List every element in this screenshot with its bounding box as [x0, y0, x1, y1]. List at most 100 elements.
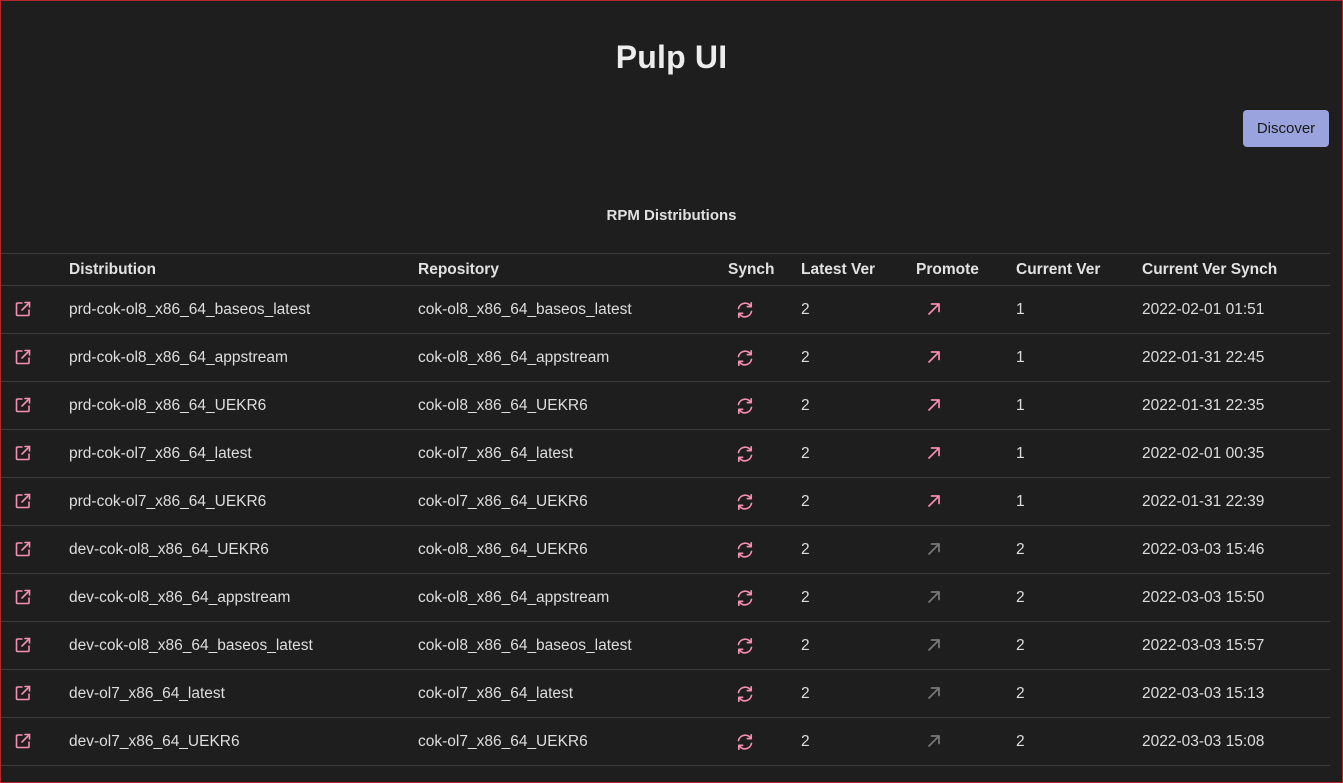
open-link-cell — [1, 478, 69, 526]
current-ver-synch: 2022-01-31 22:45 — [1142, 348, 1265, 366]
sync-icon[interactable] — [735, 300, 755, 320]
table-row: dev-cok-ol8_x86_64_appstream cok-ol8_x86… — [1, 574, 1330, 622]
header-current-ver-synch: Current Ver Synch — [1142, 260, 1278, 278]
arrow-up-right-icon[interactable] — [926, 589, 942, 605]
distribution-name: dev-ol7_x86_64_latest — [69, 684, 225, 702]
table-header-row: Distribution Repository Synch Latest Ver… — [1, 253, 1330, 286]
open-link-cell — [1, 334, 69, 382]
latest-ver: 2 — [801, 444, 810, 462]
distribution-name: prd-cok-ol7_x86_64_latest — [69, 444, 252, 462]
synch-cell — [726, 334, 801, 382]
open-link-cell — [1, 718, 69, 766]
repository-name: cok-ol8_x86_64_appstream — [418, 348, 610, 366]
external-link-icon[interactable] — [14, 732, 32, 750]
header-promote: Promote — [916, 260, 979, 278]
table-row: prd-cok-ol8_x86_64_appstream cok-ol8_x86… — [1, 334, 1330, 382]
sync-icon[interactable] — [735, 636, 755, 656]
external-link-icon[interactable] — [14, 588, 32, 606]
external-link-icon[interactable] — [14, 492, 32, 510]
arrow-up-right-icon[interactable] — [926, 637, 942, 653]
arrow-up-right-icon[interactable] — [926, 493, 942, 509]
sync-icon[interactable] — [735, 588, 755, 608]
distribution-name: prd-cok-ol7_x86_64_UEKR6 — [69, 492, 267, 510]
repository-name: cok-ol7_x86_64_UEKR6 — [418, 492, 588, 510]
current-ver: 2 — [1016, 540, 1025, 558]
header-synch: Synch — [728, 260, 775, 278]
current-ver-synch: 2022-03-03 15:50 — [1142, 588, 1265, 606]
current-ver: 1 — [1016, 492, 1025, 510]
distributions-table: Distribution Repository Synch Latest Ver… — [1, 253, 1330, 766]
arrow-up-right-icon[interactable] — [926, 301, 942, 317]
arrow-up-right-icon[interactable] — [926, 541, 942, 557]
page-title: Pulp UI — [615, 39, 728, 75]
arrow-up-right-icon[interactable] — [926, 733, 942, 749]
current-ver-synch: 2022-03-03 15:13 — [1142, 684, 1265, 702]
synch-cell — [726, 478, 801, 526]
distribution-name: dev-ol7_x86_64_UEKR6 — [69, 732, 240, 750]
sync-icon[interactable] — [735, 396, 755, 416]
synch-cell — [726, 286, 801, 334]
sync-icon[interactable] — [735, 444, 755, 464]
promote-cell — [916, 430, 1016, 478]
repository-name: cok-ol8_x86_64_baseos_latest — [418, 300, 632, 318]
sync-icon[interactable] — [735, 540, 755, 560]
current-ver-synch: 2022-02-01 01:51 — [1142, 300, 1265, 318]
repository-name: cok-ol7_x86_64_UEKR6 — [418, 732, 588, 750]
sync-icon[interactable] — [735, 684, 755, 704]
current-ver-synch: 2022-03-03 15:46 — [1142, 540, 1265, 558]
synch-cell — [726, 670, 801, 718]
current-ver: 2 — [1016, 732, 1025, 750]
open-link-cell — [1, 430, 69, 478]
latest-ver: 2 — [801, 732, 810, 750]
promote-cell — [916, 286, 1016, 334]
arrow-up-right-icon[interactable] — [926, 685, 942, 701]
latest-ver: 2 — [801, 492, 810, 510]
open-link-cell — [1, 622, 69, 670]
latest-ver: 2 — [801, 396, 810, 414]
table-row: prd-cok-ol8_x86_64_UEKR6 cok-ol8_x86_64_… — [1, 382, 1330, 430]
header-current-ver: Current Ver — [1016, 260, 1101, 278]
synch-cell — [726, 574, 801, 622]
latest-ver: 2 — [801, 300, 810, 318]
table-row: prd-cok-ol7_x86_64_UEKR6 cok-ol7_x86_64_… — [1, 478, 1330, 526]
arrow-up-right-icon[interactable] — [926, 349, 942, 365]
arrow-up-right-icon[interactable] — [926, 445, 942, 461]
promote-cell — [916, 526, 1016, 574]
external-link-icon[interactable] — [14, 540, 32, 558]
repository-name: cok-ol8_x86_64_appstream — [418, 588, 610, 606]
external-link-icon[interactable] — [14, 636, 32, 654]
current-ver: 1 — [1016, 396, 1025, 414]
synch-cell — [726, 622, 801, 670]
table-row: dev-cok-ol8_x86_64_baseos_latest cok-ol8… — [1, 622, 1330, 670]
sync-icon[interactable] — [735, 492, 755, 512]
current-ver-synch: 2022-02-01 00:35 — [1142, 444, 1265, 462]
current-ver: 1 — [1016, 444, 1025, 462]
current-ver: 2 — [1016, 588, 1025, 606]
promote-cell — [916, 574, 1016, 622]
external-link-icon[interactable] — [14, 396, 32, 414]
arrow-up-right-icon[interactable] — [926, 397, 942, 413]
current-ver-synch: 2022-03-03 15:08 — [1142, 732, 1265, 750]
latest-ver: 2 — [801, 540, 810, 558]
table-caption: RPM Distributions — [606, 207, 737, 224]
latest-ver: 2 — [801, 348, 810, 366]
external-link-icon[interactable] — [14, 444, 32, 462]
repository-name: cok-ol7_x86_64_latest — [418, 684, 574, 702]
repository-name: cok-ol8_x86_64_baseos_latest — [418, 636, 632, 654]
header-distribution: Distribution — [69, 260, 156, 278]
current-ver: 1 — [1016, 348, 1025, 366]
sync-icon[interactable] — [735, 348, 755, 368]
distribution-name: dev-cok-ol8_x86_64_UEKR6 — [69, 540, 269, 558]
external-link-icon[interactable] — [14, 300, 32, 318]
external-link-icon[interactable] — [14, 348, 32, 366]
discover-button[interactable]: Discover — [1243, 110, 1329, 147]
open-link-cell — [1, 574, 69, 622]
external-link-icon[interactable] — [14, 684, 32, 702]
promote-cell — [916, 382, 1016, 430]
sync-icon[interactable] — [735, 732, 755, 752]
table-row: prd-cok-ol8_x86_64_baseos_latest cok-ol8… — [1, 286, 1330, 334]
open-link-cell — [1, 382, 69, 430]
table-row: dev-ol7_x86_64_latest cok-ol7_x86_64_lat… — [1, 670, 1330, 718]
current-ver: 2 — [1016, 636, 1025, 654]
current-ver: 1 — [1016, 300, 1025, 318]
